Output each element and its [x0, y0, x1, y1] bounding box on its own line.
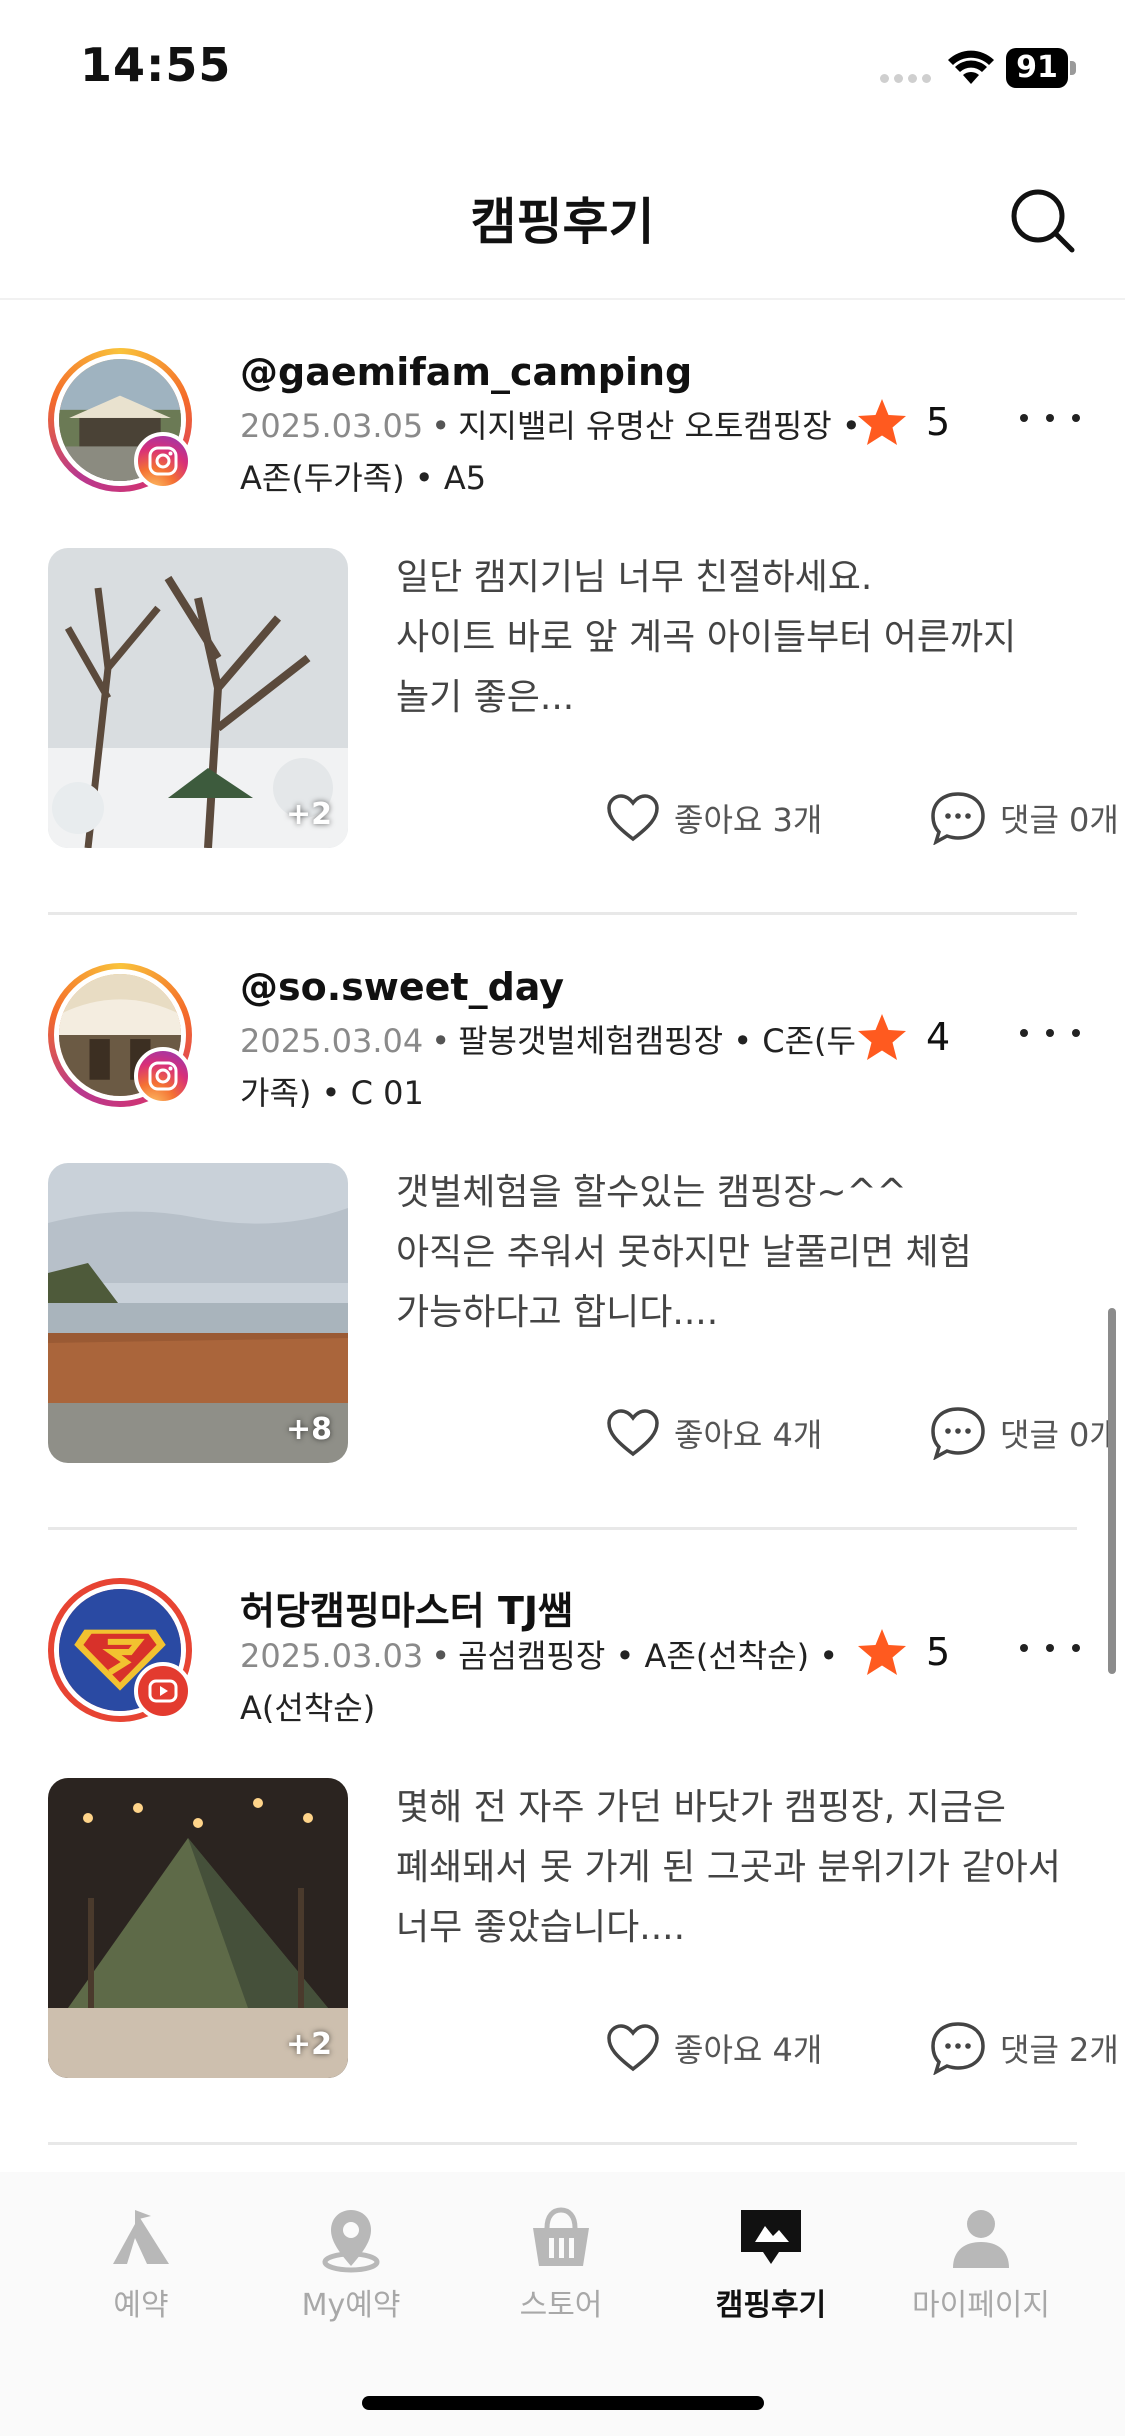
review-actions: 좋아요 3개 댓글 0개 [558, 788, 1125, 848]
review-actions: 좋아요 4개 댓글 0개 [558, 1403, 1125, 1463]
tab-camping-review[interactable]: 캠핑후기 [666, 2202, 876, 2324]
tab-label: 마이페이지 [912, 2288, 1050, 2323]
search-icon[interactable] [1006, 184, 1078, 256]
review-bubble-icon [741, 2210, 801, 2264]
more-options-icon[interactable] [1020, 1630, 1080, 1666]
tab-reservation[interactable]: 예약 [36, 2202, 246, 2324]
tab-my-page[interactable]: 마이페이지 [876, 2202, 1086, 2324]
review-actions: 좋아요 4개 댓글 2개 [558, 2018, 1125, 2078]
star-icon [858, 1014, 906, 1060]
review-photo[interactable]: +2 [48, 1778, 348, 2078]
basket-icon [533, 2207, 589, 2266]
review-card[interactable]: 허당캠핑마스터 TJ쌤 2025.03.03 • 곰섬캠핑장 • A존(선착순) •… [48, 1530, 1119, 2145]
home-indicator [362, 2396, 764, 2410]
tent-icon [113, 2210, 169, 2264]
location-pin-icon [322, 2210, 380, 2273]
tab-store[interactable]: 스토어 [456, 2202, 666, 2324]
heart-icon [607, 2024, 659, 2072]
like-button[interactable]: 좋아요 4개 [606, 1403, 822, 1463]
review-rating: 4 [856, 1007, 950, 1067]
review-photo[interactable]: +2 [48, 548, 348, 848]
review-date: 2025.03.05 [240, 407, 424, 445]
review-photo[interactable]: +8 [48, 1163, 348, 1463]
comment-button[interactable]: 댓글 0개 [930, 788, 1119, 848]
comment-icon [931, 792, 985, 845]
rating-value: 5 [926, 400, 951, 444]
photo-count-badge: +2 [285, 2027, 332, 2062]
review-excerpt[interactable]: 몇해 전 자주 가던 바닷가 캠핑장, 지금은 폐쇄돼서 못 가게 된 그곳과 … [396, 1778, 1086, 1958]
review-feed: @gaemifam_camping 2025.03.05 • 지지밸리 유명산 오토… [0, 300, 1125, 2145]
review-rating: 5 [856, 1622, 950, 1682]
tab-my-reservation[interactable]: My예약 [246, 2202, 456, 2324]
comment-count: 댓글 0개 [1000, 1416, 1119, 1454]
more-options-icon[interactable] [1020, 400, 1080, 436]
like-button[interactable]: 좋아요 3개 [606, 788, 822, 848]
review-date: 2025.03.04 [240, 1022, 424, 1060]
review-excerpt[interactable]: 갯벌체험을 할수있는 캠핑장~^^ 아직은 추워서 못하지만 날풀리면 체험 가… [396, 1163, 1086, 1343]
review-excerpt[interactable]: 일단 캠지기님 너무 친절하세요. 사이트 바로 앞 계곡 아이들부터 어른까지… [396, 548, 1086, 728]
comment-button[interactable]: 댓글 0개 [930, 1403, 1119, 1463]
status-bar: 14:55 91 [0, 0, 1125, 140]
rating-value: 4 [926, 1015, 951, 1059]
comment-icon [931, 2022, 985, 2075]
wifi-icon [948, 50, 994, 84]
tab-label: 캠핑후기 [715, 2288, 827, 2323]
page-header: 캠핑후기 [0, 140, 1125, 300]
photo-count-badge: +8 [285, 1412, 332, 1447]
comment-button[interactable]: 댓글 2개 [930, 2018, 1119, 2078]
rating-value: 5 [926, 1630, 951, 1674]
more-options-icon[interactable] [1020, 1015, 1080, 1051]
review-meta: 2025.03.05 • 지지밸리 유명산 오토캠핑장 • A존(두가족) • A5 [240, 407, 861, 497]
instagram-icon [134, 432, 192, 490]
like-count: 좋아요 4개 [674, 1416, 823, 1454]
star-icon [858, 399, 906, 445]
heart-icon [607, 1409, 659, 1457]
heart-icon [607, 794, 659, 842]
review-meta: 2025.03.03 • 곰섬캠핑장 • A존(선착순) • A(선착순) [240, 1637, 839, 1727]
review-author[interactable]: @gaemifam_camping [240, 350, 692, 394]
page-title: 캠핑후기 [470, 193, 655, 251]
cellular-signal-icon [880, 74, 932, 84]
like-button[interactable]: 좋아요 4개 [606, 2018, 822, 2078]
scrollbar[interactable] [1108, 1308, 1116, 1674]
status-time: 14:55 [80, 38, 232, 92]
tab-label: 예약 [113, 2288, 169, 2323]
tab-label: My예약 [301, 2288, 401, 2323]
tab-label: 스토어 [519, 2288, 603, 2323]
comment-icon [931, 1407, 985, 1460]
instagram-icon [134, 1047, 192, 1105]
photo-count-badge: +2 [285, 797, 332, 832]
review-author[interactable]: 허당캠핑마스터 TJ쌤 [240, 1580, 573, 1635]
review-meta: 2025.03.04 • 팔봉갯벌체험캠핑장 • C존(두가족) • C 01 [240, 1022, 856, 1112]
review-card[interactable]: @so.sweet_day 2025.03.04 • 팔봉갯벌체험캠핑장 • C존(… [48, 915, 1119, 1530]
youtube-icon [134, 1662, 192, 1720]
comment-count: 댓글 2개 [1000, 2031, 1119, 2069]
battery-level: 91 [1006, 48, 1068, 88]
person-icon [953, 2210, 1009, 2268]
review-rating: 5 [856, 392, 950, 452]
battery-icon: 91 [1006, 48, 1076, 88]
review-card[interactable]: @gaemifam_camping 2025.03.05 • 지지밸리 유명산 오토… [48, 300, 1119, 915]
like-count: 좋아요 3개 [674, 801, 823, 839]
like-count: 좋아요 4개 [674, 2031, 823, 2069]
review-date: 2025.03.03 [240, 1637, 424, 1675]
star-icon [858, 1629, 906, 1675]
review-author[interactable]: @so.sweet_day [240, 965, 564, 1009]
comment-count: 댓글 0개 [1000, 801, 1119, 839]
